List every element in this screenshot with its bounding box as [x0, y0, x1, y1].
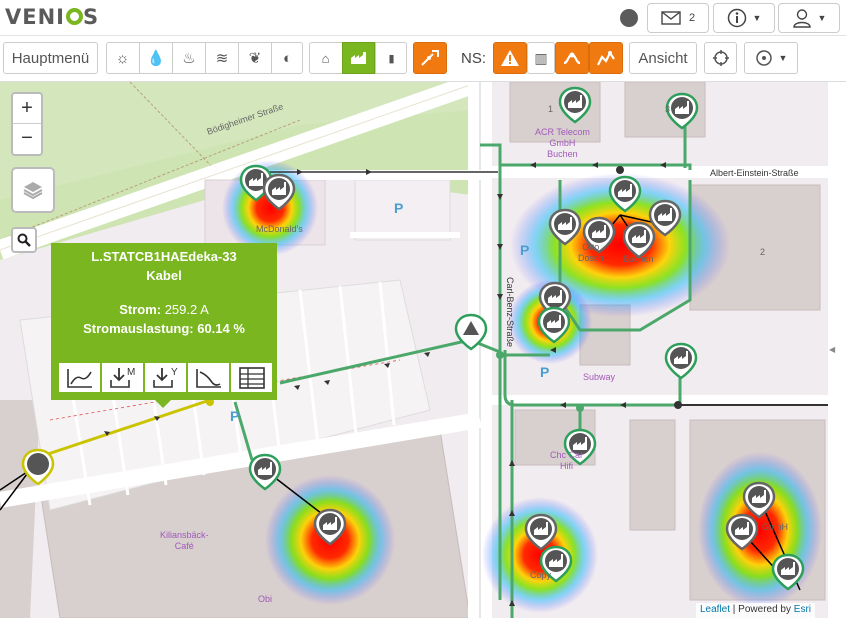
house-number: 2 [760, 247, 766, 257]
crosshair-icon[interactable] [704, 42, 737, 74]
wind-icon[interactable]: ≋ [205, 42, 238, 74]
compass-icon [755, 50, 772, 66]
current-value: 259.2 A [164, 302, 209, 317]
load-value: 60.14 % [197, 321, 245, 336]
biogas-icon[interactable]: ◐ [271, 42, 303, 74]
venios-logo: VENI S [5, 5, 100, 29]
zoom-control: + − [11, 92, 43, 156]
magnifier-icon [17, 233, 31, 247]
popup-load-row: Stromauslastung: 60.14 % [51, 319, 277, 338]
transformer-icon[interactable] [555, 42, 589, 74]
parking-label: P [520, 242, 530, 258]
factory-icon[interactable] [342, 42, 375, 74]
svg-text:Y: Y [171, 367, 178, 378]
map-attribution: Leaflet | Powered by Esri [696, 603, 816, 618]
poi-label: ACR Telecom GmbH Buchen [535, 127, 590, 159]
chevron-down-icon: ▼ [752, 13, 762, 23]
plant-icon[interactable]: ❦ [238, 42, 271, 74]
main-menu-button[interactable]: Hauptmenü [3, 42, 98, 74]
house-number: 3 [665, 104, 671, 114]
layers-icon [23, 182, 43, 200]
street-label: Albert-Einstein-Straße [710, 168, 799, 178]
poi-label: Subway [583, 372, 616, 382]
parking-label: P [540, 364, 550, 380]
cable-fault-icon[interactable] [413, 42, 447, 74]
leaflet-link[interactable]: Leaflet [700, 604, 730, 615]
zoom-in-button[interactable]: + [13, 94, 41, 124]
poi-label: Copy [530, 570, 552, 580]
connection-status-icon [620, 9, 638, 27]
substation-icon[interactable] [589, 42, 623, 74]
poi-label: Chc Car Hifi [550, 450, 584, 471]
popup-current-row: Strom: 259.2 A [51, 300, 277, 319]
popup-subtitle: Kabel [146, 268, 182, 283]
info-icon [727, 8, 746, 28]
parking-label: P [230, 408, 240, 424]
house-number: 1 [548, 104, 554, 114]
user-menu-button[interactable]: ▼ [778, 3, 840, 33]
warning-icon[interactable] [493, 42, 527, 74]
esri-link[interactable]: Esri [794, 604, 811, 615]
compass-dropdown[interactable]: ▼ [744, 42, 798, 74]
load-label: Stromauslastung: [83, 321, 194, 336]
popup-title: L.STATCB1HAEdeka-33 [91, 249, 237, 264]
main-toolbar: Hauptmenü ☼ 💧 ♨ ≋ ❦ ◐ ⌂ ▮ NS: ▥ Ansicht … [0, 37, 846, 82]
duration-curve-icon[interactable] [187, 362, 230, 393]
cabinet-icon[interactable]: ▥ [527, 42, 555, 74]
view-button[interactable]: Ansicht [629, 42, 697, 74]
messages-button[interactable]: 2 [647, 3, 709, 33]
user-icon [792, 9, 811, 28]
map-search-button[interactable] [11, 227, 37, 253]
download-year-icon[interactable]: Y [144, 362, 187, 393]
layers-button[interactable] [11, 167, 55, 213]
poi-label: McDonald's [256, 224, 303, 234]
message-count: 2 [688, 12, 696, 24]
svg-text:M: M [127, 367, 135, 378]
sun-icon[interactable]: ☼ [106, 42, 139, 74]
popup-actions: M Y [58, 362, 273, 393]
drop-icon[interactable]: 💧 [139, 42, 172, 74]
poi-label: Buchen [623, 254, 654, 264]
envelope-icon [661, 11, 681, 25]
parking-label: P [394, 200, 404, 216]
poi-label: Kiliansbäck- Café [160, 530, 209, 551]
poi-label: Otto Dosch [578, 242, 604, 263]
help-button[interactable]: ▼ [713, 3, 775, 33]
chevron-down-icon: ▼ [778, 53, 788, 63]
side-scrollbar[interactable]: ◀ [828, 82, 846, 618]
zoom-out-button[interactable]: − [13, 124, 41, 154]
ns-label: NS: [461, 50, 487, 67]
house-icon[interactable]: ⌂ [309, 42, 342, 74]
poi-label: GmbH [762, 522, 789, 532]
battery-icon[interactable]: ▮ [375, 42, 407, 74]
chevron-left-icon: ◀ [829, 345, 836, 354]
top-bar: VENI S 2 ▼ ▼ [0, 0, 846, 36]
table-icon[interactable] [230, 362, 273, 393]
cable-info-popup: L.STATCB1HAEdeka-33 Kabel Strom: 259.2 A… [51, 243, 277, 408]
poi-label: Obi [258, 594, 273, 604]
flame-icon[interactable]: ♨ [172, 42, 205, 74]
current-label: Strom: [119, 302, 162, 317]
chevron-down-icon: ▼ [817, 13, 827, 23]
download-month-icon[interactable]: M [101, 362, 144, 393]
street-label: Carl-Benz-Straße [505, 276, 516, 348]
line-chart-icon[interactable] [58, 362, 101, 393]
